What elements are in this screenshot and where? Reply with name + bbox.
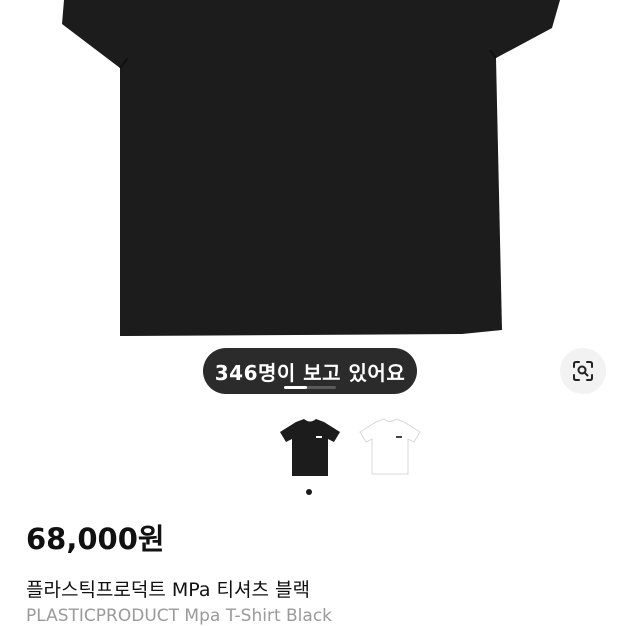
product-title-korean: 플라스틱프로덕트 MPa 티셔츠 블랙: [26, 579, 310, 601]
black-tshirt-thumbnail: [280, 419, 340, 476]
carousel-page-dot: [306, 489, 312, 495]
product-image[interactable]: [0, 0, 620, 400]
black-tshirt-image: [62, 0, 560, 336]
thumbnail-white[interactable]: [356, 412, 424, 482]
product-title-english: PLASTICPRODUCT Mpa T-Shirt Black: [26, 606, 333, 626]
lens-search-icon: [573, 361, 593, 381]
product-price: 68,000원: [26, 522, 165, 556]
thumbnail-black[interactable]: [276, 412, 344, 482]
carousel-progress-bar: [284, 386, 336, 389]
white-tshirt-thumbnail: [359, 418, 421, 475]
carousel-progress-fill: [284, 386, 308, 389]
lens-search-button[interactable]: [560, 348, 606, 394]
viewers-count-text: 346명이 보고 있어요: [214, 360, 406, 385]
